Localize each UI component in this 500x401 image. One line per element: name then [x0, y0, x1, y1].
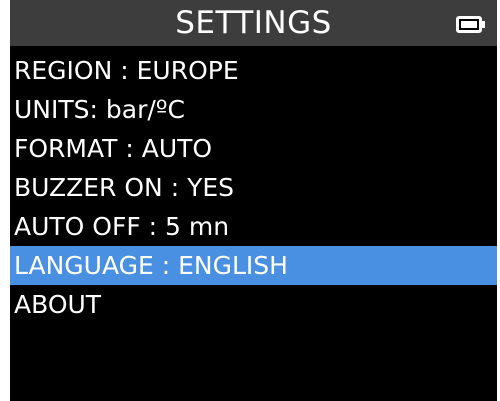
title-bar: SETTINGS — [10, 0, 497, 46]
device-screen: SETTINGS REGION : EUROPE UNITS: bar/ºC F… — [10, 0, 497, 401]
menu-item-about[interactable]: ABOUT — [10, 285, 497, 324]
menu-item-format[interactable]: FORMAT : AUTO — [10, 129, 497, 168]
menu-item-units[interactable]: UNITS: bar/ºC — [10, 90, 497, 129]
menu-item-buzzer[interactable]: BUZZER ON : YES — [10, 168, 497, 207]
battery-icon — [456, 16, 482, 33]
menu-item-auto-off[interactable]: AUTO OFF : 5 mn — [10, 207, 497, 246]
battery-terminal — [482, 21, 485, 28]
battery-level-fill — [461, 21, 477, 28]
menu-item-language[interactable]: LANGUAGE : ENGLISH — [10, 246, 497, 285]
settings-menu: REGION : EUROPE UNITS: bar/ºC FORMAT : A… — [10, 51, 497, 324]
page-title: SETTINGS — [175, 5, 332, 41]
menu-item-region[interactable]: REGION : EUROPE — [10, 51, 497, 90]
